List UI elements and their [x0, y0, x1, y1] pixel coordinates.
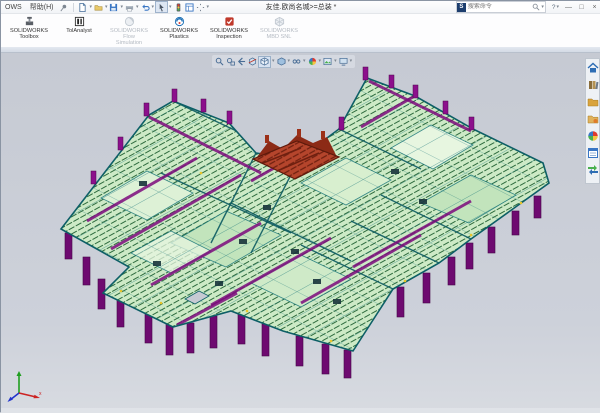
minimize-button[interactable]: — — [562, 1, 575, 13]
addin-flow-simulation-button[interactable]: SOLIDWORKS Flow Simulation — [104, 14, 154, 47]
flow-simulation-icon — [124, 16, 135, 27]
save-button[interactable] — [108, 1, 119, 13]
model-3d-view[interactable] — [1, 53, 600, 413]
addin-inspection-button[interactable]: SOLIDWORKS Inspection — [204, 14, 254, 47]
addin-plastics-button[interactable]: SOLIDWORKS Plastics — [154, 14, 204, 47]
command-search[interactable]: S ▾ — [456, 1, 546, 13]
menu-help[interactable]: 帮助(H) — [26, 2, 58, 12]
display-style-button[interactable] — [276, 56, 287, 68]
search-input[interactable] — [466, 3, 532, 12]
solidworks-search-logo-icon: S — [457, 3, 466, 12]
previous-view-button[interactable] — [236, 56, 247, 68]
solidworks-resources-home-icon[interactable] — [587, 62, 599, 74]
task-pane-bar — [585, 58, 600, 184]
solidworks-forum-icon[interactable] — [587, 164, 599, 176]
addin-tolanalyst-button[interactable]: TolAnalyst — [54, 14, 104, 47]
section-view-button[interactable] — [247, 56, 258, 68]
search-icon[interactable] — [532, 3, 540, 11]
options-gear-button[interactable] — [195, 1, 206, 13]
tolanalyst-icon — [74, 16, 85, 27]
menu-solidworks-partial[interactable]: OWS — [1, 4, 26, 11]
mbd-snl-icon — [274, 16, 285, 27]
toolbox-icon — [24, 16, 35, 27]
heads-up-view-toolbar: ▾ ▾ ▾ ▾ ▾ ▾ — [212, 55, 355, 68]
appearances-scenes-decals-icon[interactable] — [587, 130, 599, 142]
viewport-bottom-strip — [1, 408, 600, 413]
zoom-to-area-button[interactable] — [225, 56, 236, 68]
print-button[interactable] — [124, 1, 135, 13]
help-button[interactable]: ?▾ — [550, 4, 562, 11]
pin-menu-icon[interactable] — [59, 3, 68, 12]
undo-button[interactable] — [140, 1, 151, 13]
inspection-icon — [224, 16, 235, 27]
addin-toolbox-button[interactable]: SOLIDWORKS Toolbox — [4, 14, 54, 47]
new-document-button[interactable] — [77, 1, 88, 13]
view-orientation-button[interactable] — [258, 56, 271, 68]
view-settings-button[interactable] — [338, 56, 349, 68]
plastics-icon — [174, 16, 185, 27]
graphics-viewport[interactable]: ▾ ▾ ▾ ▾ ▾ ▾ x — [1, 53, 600, 413]
apply-scene-button[interactable] — [322, 56, 333, 68]
x-axis-label: x — [39, 391, 42, 397]
select-cursor-button[interactable] — [155, 1, 168, 13]
close-button[interactable]: × — [588, 1, 600, 13]
command-manager: SOLIDWORKS Toolbox TolAnalyst SOLIDWORKS… — [1, 14, 600, 47]
file-properties-button[interactable] — [184, 1, 195, 13]
custom-properties-icon[interactable] — [587, 147, 599, 159]
design-library-icon[interactable] — [587, 79, 599, 91]
open-button[interactable] — [93, 1, 104, 13]
file-explorer-icon[interactable] — [587, 96, 599, 108]
addin-mbd-snl-button[interactable]: SOLIDWORKS MBD SNL — [254, 14, 304, 47]
edit-appearance-button[interactable] — [307, 56, 318, 68]
maximize-button[interactable]: □ — [575, 1, 588, 13]
separator — [73, 3, 74, 12]
reference-triad: x — [5, 367, 45, 403]
hide-show-items-button[interactable] — [291, 56, 302, 68]
view-palette-icon[interactable] — [587, 113, 599, 125]
title-bar: OWS 帮助(H) ▾ ▾ ▾ ▾ ▾ ▾ ▾ 友佳.欧尚名城>=总装 * S … — [1, 1, 600, 14]
zoom-to-fit-button[interactable] — [214, 56, 225, 68]
rebuild-traffic-light-button[interactable] — [173, 1, 184, 13]
